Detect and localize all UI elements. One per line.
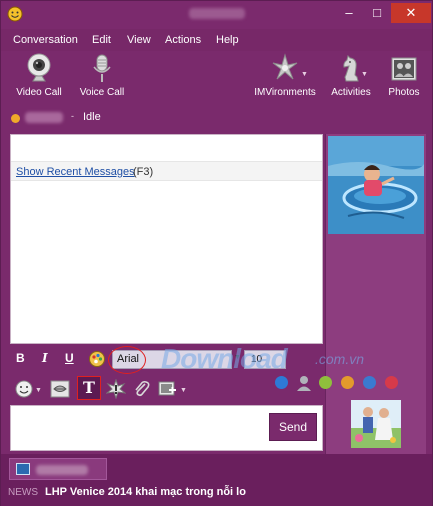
my-display-picture[interactable] [351, 400, 401, 448]
im-window: – □ ✕ Conversation Edit View Actions Hel… [0, 0, 433, 506]
text-color-palette-icon[interactable] [88, 350, 106, 368]
menu-actions[interactable]: Actions [165, 34, 201, 46]
imvironments-dropdown-icon[interactable]: ▼ [301, 71, 308, 78]
buzz-icon[interactable] [106, 379, 126, 399]
watermark-domain: .com.vn [315, 351, 365, 367]
send-button[interactable]: Send [269, 413, 317, 441]
bottom-bar: NEWS LHP Venice 2014 khai mạc trong nỗi … [1, 454, 432, 506]
status-separator: - [71, 111, 74, 121]
share-dropdown-icon[interactable]: ▼ [180, 387, 187, 394]
message-input[interactable]: Send [10, 405, 323, 451]
audibles-lips-icon[interactable] [50, 379, 70, 399]
voice-call-label: Voice Call [79, 87, 125, 98]
emoticon-icon[interactable] [14, 379, 34, 399]
font-highlight-annotation [108, 346, 146, 374]
activities-label: Activities [331, 87, 371, 98]
imvironments-label: IMVironments [254, 87, 316, 98]
window-title-redacted [188, 8, 245, 19]
watermark-dot-orange [341, 376, 354, 389]
video-call-label: Video Call [16, 87, 62, 98]
status-icon [11, 114, 20, 123]
attach-paperclip-icon[interactable] [132, 379, 152, 399]
title-bar: – □ ✕ [1, 1, 432, 29]
microphone-icon [93, 54, 111, 82]
tab-contact-icon [16, 463, 30, 475]
show-recent-messages-link[interactable]: Show Recent Messages [16, 166, 135, 178]
message-history[interactable]: Show Recent Messages (F3) [10, 134, 323, 344]
photos-label: Photos [388, 87, 420, 98]
contact-display-picture[interactable] [328, 136, 424, 234]
watermark-dot-blue-2 [363, 376, 376, 389]
voice-call-button[interactable]: Voice Call [79, 53, 125, 98]
news-headline-link[interactable]: LHP Venice 2014 khai mạc trong nỗi lo [45, 486, 246, 498]
emoticon-dropdown-icon[interactable]: ▼ [35, 387, 42, 394]
news-label: NEWS [8, 487, 38, 498]
text-formatting-button[interactable]: T [77, 376, 101, 400]
menu-view[interactable]: View [127, 34, 151, 46]
watermark-dot-green [319, 376, 332, 389]
italic-button[interactable]: I [42, 351, 48, 365]
contact-name-redacted [25, 112, 63, 123]
maximize-button[interactable]: □ [363, 3, 391, 23]
tab-name-redacted [36, 465, 88, 475]
watermark-dot-blue [275, 376, 288, 389]
menu-conversation[interactable]: Conversation [13, 34, 78, 46]
minimize-button[interactable]: – [335, 3, 363, 23]
share-photos-icon[interactable] [158, 379, 178, 399]
menu-edit[interactable]: Edit [92, 34, 111, 46]
bold-button[interactable]: B [16, 351, 25, 365]
photos-icon [391, 57, 417, 81]
activities-dropdown-icon[interactable]: ▼ [361, 71, 368, 78]
menu-help[interactable]: Help [216, 34, 239, 46]
recent-messages-shortcut: (F3) [133, 166, 154, 178]
close-button[interactable]: ✕ [391, 3, 431, 23]
display-picture-panel [325, 134, 426, 454]
toolbar: Video Call Voice Call IMVironments ▼ Act… [1, 51, 432, 107]
video-call-button[interactable]: Video Call [15, 53, 63, 98]
underline-button[interactable]: U [65, 351, 74, 365]
webcam-icon [27, 53, 51, 82]
watermark-text: Download [161, 343, 288, 374]
recent-messages-bar: Show Recent Messages (F3) [11, 161, 322, 181]
menu-bar: Conversation Edit View Actions Help [1, 29, 432, 51]
photos-button[interactable]: Photos [385, 53, 423, 98]
conversation-tab[interactable] [9, 458, 107, 480]
status-text: Idle [83, 111, 101, 123]
watermark-person-icon [297, 376, 311, 391]
watermark-dot-red [385, 376, 398, 389]
imvironments-leaf-icon [272, 53, 298, 80]
chess-knight-icon [343, 55, 359, 82]
